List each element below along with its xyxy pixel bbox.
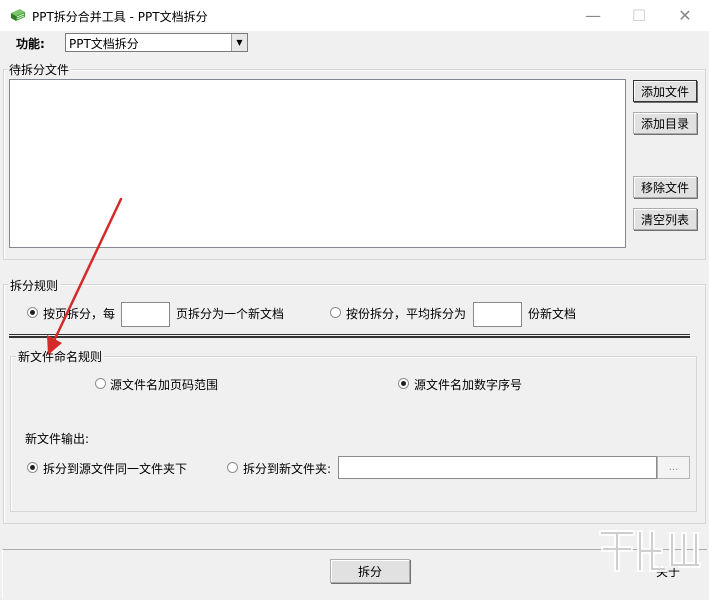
split-by-page-radio[interactable] [27,307,38,318]
output-label: 新文件输出: [25,432,90,446]
maximize-button[interactable]: ☐ [616,0,662,31]
new-folder-radio[interactable] [227,462,238,473]
window-title: PPT拆分合并工具 - PPT文档拆分 [32,10,208,24]
watermark-logo [599,530,701,572]
close-icon: ✕ [678,6,692,25]
split-count-input[interactable] [473,302,522,327]
page-range-label[interactable]: 源文件名加页码范围 [110,376,218,393]
same-folder-label[interactable]: 拆分到源文件同一文件夹下 [43,460,187,477]
naming-rule-title: 新文件命名规则 [16,348,105,365]
separator [9,334,690,338]
file-list[interactable] [9,79,626,248]
split-by-count-label[interactable]: 按份拆分，平均拆分为 [346,305,466,322]
maximize-icon: ☐ [631,6,647,25]
app-icon [11,9,25,21]
files-group-title: 待拆分文件 [7,61,72,78]
new-folder-label[interactable]: 拆分到新文件夹: [243,460,331,477]
add-directory-button[interactable]: 添加目录 [633,112,697,134]
number-sequence-label[interactable]: 源文件名加数字序号 [414,376,522,393]
split-by-count-radio[interactable] [330,307,341,318]
function-label: 功能: [16,37,45,51]
split-by-page-label[interactable]: 按页拆分，每 [43,305,115,322]
chevron-down-icon[interactable]: ▼ [231,34,247,51]
browse-button[interactable]: ... [657,456,690,479]
close-button[interactable]: ✕ [662,0,708,31]
remove-file-button[interactable]: 移除文件 [633,176,697,198]
page-range-radio[interactable] [95,378,106,389]
clear-list-button[interactable]: 清空列表 [633,208,697,230]
minimize-icon: — [585,6,601,25]
count-suffix-label: 份新文档 [528,307,577,321]
minimize-button[interactable]: — [570,0,616,31]
add-file-button[interactable]: 添加文件 [633,80,697,102]
pages-suffix-label: 页拆分为一个新文档 [176,307,285,321]
split-rule-title: 拆分规则 [8,277,61,294]
function-select-value: PPT文档拆分 [69,37,139,51]
number-sequence-radio[interactable] [398,378,409,389]
function-select[interactable]: PPT文档拆分 ▼ [65,33,248,52]
same-folder-radio[interactable] [27,462,38,473]
output-folder-input[interactable] [338,456,657,479]
split-button[interactable]: 拆分 [330,559,410,583]
pages-per-doc-input[interactable] [121,302,170,327]
